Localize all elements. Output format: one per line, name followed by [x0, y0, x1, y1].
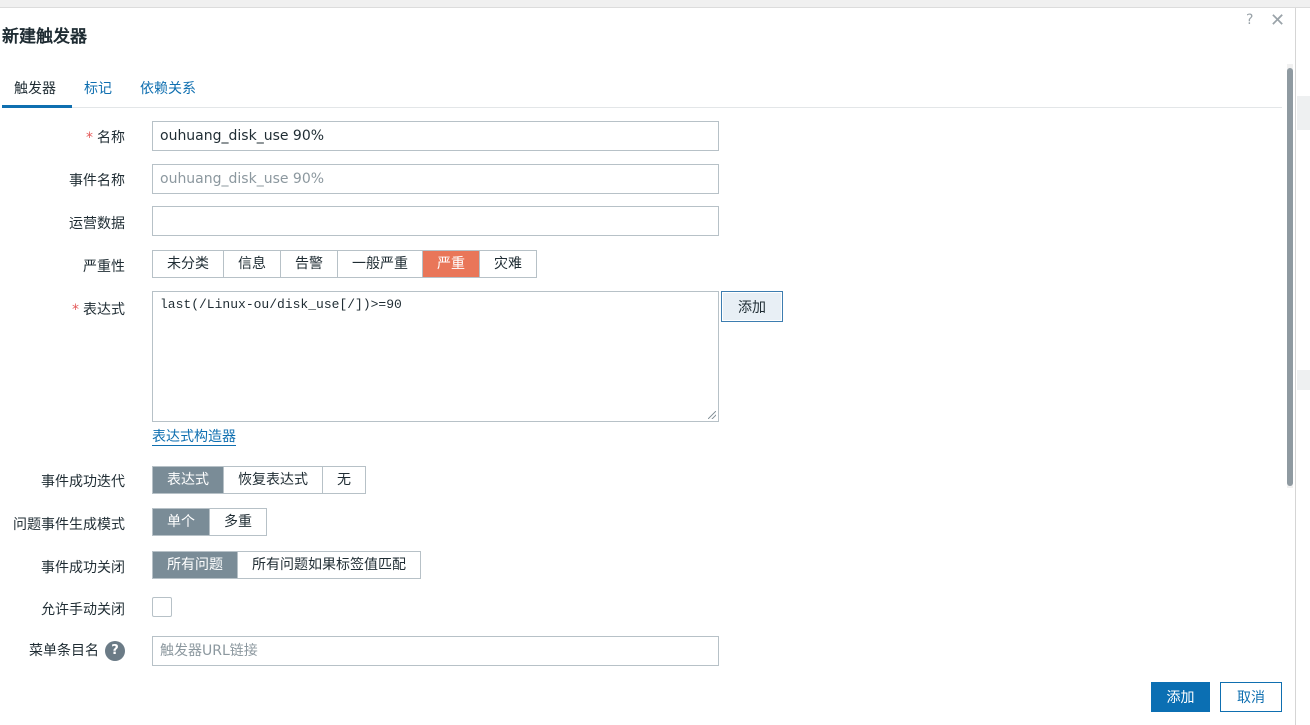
ok-event-closes-selector: 所有问题 所有问题如果标签值匹配 — [152, 551, 421, 579]
name-input[interactable]: ouhuang_disk_use 90% — [152, 121, 719, 151]
ok-event-expression[interactable]: 表达式 — [153, 467, 224, 493]
problem-mode-multiple[interactable]: 多重 — [210, 509, 266, 535]
ok-event-none[interactable]: 无 — [323, 467, 365, 493]
tab-trigger[interactable]: 触发器 — [2, 80, 72, 108]
tab-tags[interactable]: 标记 — [84, 80, 112, 108]
question-help-icon[interactable]: ? — [105, 641, 125, 661]
manual-close-label: 允许手动关闭 — [41, 602, 125, 618]
opdata-input[interactable] — [152, 206, 719, 236]
expression-text: last(/Linux-ou/disk_use[/])>=90 — [160, 297, 402, 312]
scroll-thumb[interactable] — [1287, 68, 1293, 486]
problem-mode-single[interactable]: 单个 — [153, 509, 210, 535]
severity-warning[interactable]: 告警 — [281, 251, 338, 277]
closes-tag-match[interactable]: 所有问题如果标签值匹配 — [238, 552, 420, 578]
resize-handle-icon[interactable] — [708, 411, 716, 419]
ok-event-generation-label: 事件成功迭代 — [41, 474, 125, 490]
background-page-strip — [1297, 370, 1310, 390]
severity-label: 严重性 — [83, 259, 125, 275]
event-name-input[interactable]: ouhuang_disk_use 90% — [152, 164, 719, 194]
manual-close-checkbox[interactable] — [152, 597, 172, 617]
tab-bar: 触发器 标记 依赖关系 — [2, 80, 1282, 108]
window-top-edge — [0, 0, 1310, 8]
ok-event-generation-selector: 表达式 恢复表达式 无 — [152, 466, 366, 494]
severity-selector: 未分类 信息 告警 一般严重 严重 灾难 — [152, 250, 537, 278]
expression-textarea[interactable]: last(/Linux-ou/disk_use[/])>=90 — [152, 291, 719, 422]
add-button[interactable]: 添加 — [1151, 682, 1210, 712]
problem-mode-label: 问题事件生成模式 — [13, 517, 125, 533]
required-mark: * — [72, 302, 79, 318]
ok-event-closes-label: 事件成功关闭 — [41, 560, 125, 576]
opdata-label: 运营数据 — [69, 216, 125, 232]
tab-dependencies[interactable]: 依赖关系 — [140, 80, 196, 108]
closes-all-problems[interactable]: 所有问题 — [153, 552, 238, 578]
expression-label: * 表达式 — [72, 302, 125, 318]
severity-not-classified[interactable]: 未分类 — [153, 251, 224, 277]
severity-high[interactable]: 严重 — [423, 251, 480, 277]
trigger-dialog: 新建触发器 ? ✕ 触发器 标记 依赖关系 * 名称 ouhuang_disk_u… — [0, 8, 1296, 725]
severity-information[interactable]: 信息 — [224, 251, 281, 277]
event-name-label: 事件名称 — [69, 173, 125, 189]
add-expression-button[interactable]: 添加 — [721, 291, 783, 322]
severity-average[interactable]: 一般严重 — [338, 251, 423, 277]
severity-disaster[interactable]: 灾难 — [480, 251, 536, 277]
close-icon[interactable]: ✕ — [1270, 10, 1285, 31]
url-name-input[interactable]: 触发器URL链接 — [152, 636, 719, 666]
cancel-button[interactable]: 取消 — [1220, 682, 1282, 712]
dialog-scrollbar[interactable] — [1285, 64, 1295, 488]
expression-constructor-link[interactable]: 表达式构造器 — [152, 429, 236, 446]
background-page-strip — [1297, 96, 1310, 130]
required-mark: * — [86, 130, 93, 146]
help-icon[interactable]: ? — [1246, 12, 1253, 28]
ok-event-recovery-expression[interactable]: 恢复表达式 — [224, 467, 323, 493]
dialog-title: 新建触发器 — [2, 27, 87, 47]
name-label: * 名称 — [86, 130, 125, 146]
url-name-label: 菜单条目名? — [29, 640, 125, 661]
problem-mode-selector: 单个 多重 — [152, 508, 267, 536]
